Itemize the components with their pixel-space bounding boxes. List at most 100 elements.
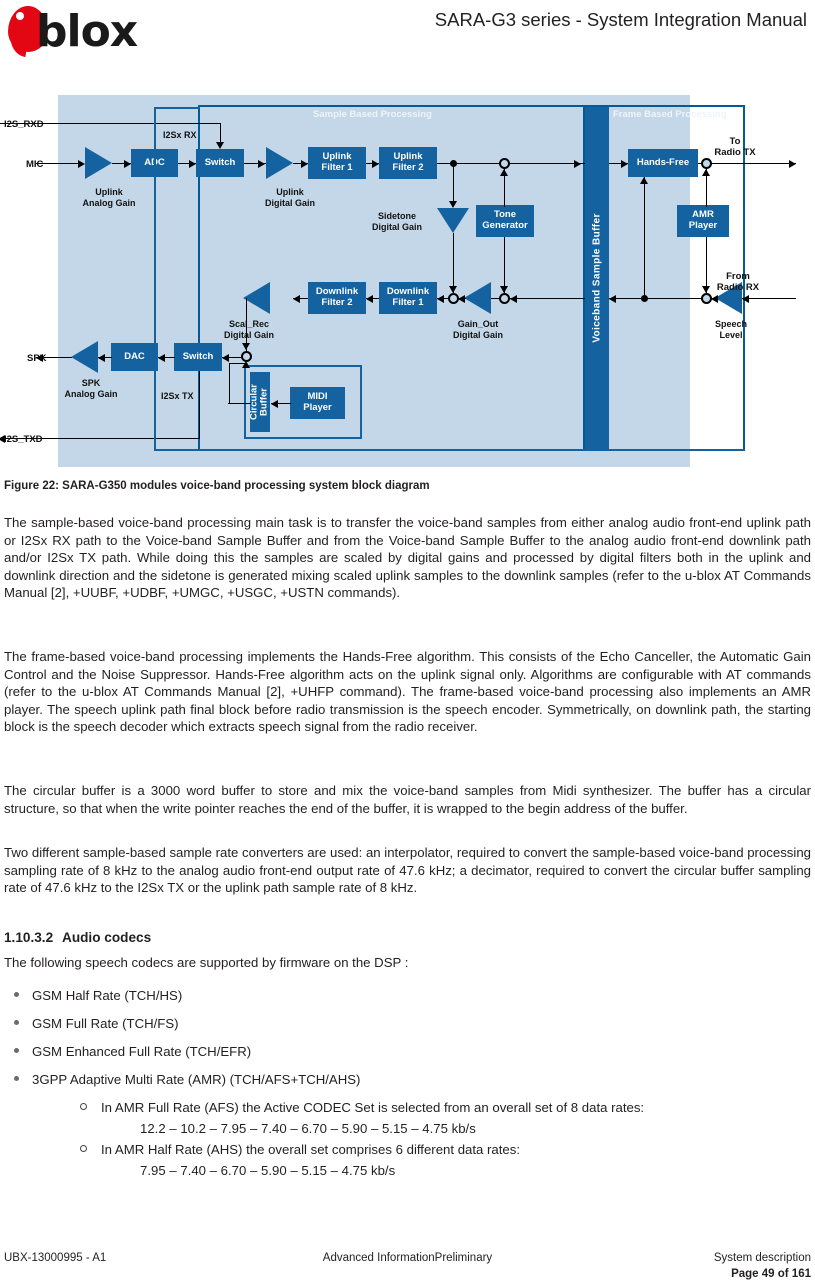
- dac-block: DAC: [111, 343, 158, 371]
- midi-player-block: MIDI Player: [290, 387, 345, 419]
- wire-uf2-to-vsb: [437, 163, 587, 164]
- figure-caption: Figure 22: SARA-G350 modules voice-band …: [4, 480, 430, 492]
- sum-uplink-tone: [499, 157, 510, 169]
- port-spk-label: SPK: [27, 353, 47, 364]
- port-to-radio-tx-label: To Radio TX: [714, 136, 756, 159]
- wire-sidetone-down: [453, 163, 454, 206]
- arrow-i2sxrx-down: [216, 142, 224, 149]
- port-i2s-rxd-label: I2S_RXD: [4, 119, 44, 130]
- analog-frontend-boundary-bottom: [154, 449, 745, 451]
- arrow-amp-to-adc: [124, 159, 131, 168]
- footer-page-number: Page 49 of 161: [731, 1268, 811, 1280]
- document-title: SARA-G3 series - System Integration Manu…: [434, 9, 807, 30]
- port-i2s-txd-label: I2S_TXD: [4, 434, 43, 445]
- arrow-vsb-to-handsfree: [621, 159, 628, 168]
- wire-tone-down: [504, 237, 505, 293]
- downlink-filter-1-block: Downlink Filter 1: [379, 282, 437, 314]
- sub-list-rates: 7.95 – 7.40 – 6.70 – 5.90 – 5.15 – 4.75 …: [140, 1163, 396, 1178]
- arrow-midi-to-circbuf: [271, 399, 278, 408]
- bullet-icon: [14, 1020, 19, 1025]
- arrow-df2-to-scalrec: [293, 294, 300, 303]
- arrow-amr-up: [702, 169, 710, 176]
- wire-i2sxrx-down: [220, 123, 221, 144]
- amr-player-block: AMR Player: [677, 205, 729, 237]
- bullet-icon: [14, 1048, 19, 1053]
- arrow-speechlevel-to-sum: [711, 294, 718, 303]
- wire-downlink-to-handsfree: [644, 177, 645, 298]
- list-item: GSM Full Rate (TCH/FS): [14, 1016, 179, 1031]
- section-number: 1.10.3.2: [4, 930, 54, 945]
- i2sx-tx-label: I2Sx TX: [161, 391, 194, 401]
- diagram-panel: Sample Based Processing Frame Based Proc…: [0, 95, 796, 467]
- paragraph-circular-buffer: The circular buffer is a 3000 word buffe…: [4, 783, 811, 816]
- arrow-tone-down: [500, 286, 508, 293]
- sub-list-item: In AMR Full Rate (AFS) the Active CODEC …: [80, 1100, 644, 1115]
- uplink-analog-gain-amp: [85, 147, 112, 179]
- arrow-sidetone-down: [449, 201, 457, 208]
- tone-generator-block: Tone Generator: [476, 205, 534, 237]
- list-item: GSM Enhanced Full Rate (TCH/EFR): [14, 1044, 251, 1059]
- bullet-icon: [14, 992, 19, 997]
- arrow-sum-to-dlswitch: [222, 353, 229, 362]
- analog-frontend-boundary-line: [154, 107, 156, 451]
- spk-analog-gain-amp: [71, 341, 98, 373]
- list-item: 3GPP Adaptive Multi Rate (AMR) (TCH/AFS+…: [14, 1072, 360, 1087]
- arrow-switch-to-updg: [258, 159, 265, 168]
- spk-analog-gain-label: SPK Analog Gain: [64, 378, 118, 399]
- voiceband-sample-buffer-block: Voiceband Sample Buffer: [585, 107, 609, 449]
- speech-level-label: Speech Level: [714, 319, 747, 340]
- uplink-filter-2-block: Uplink Filter 2: [379, 147, 437, 179]
- hands-free-block: Hands-Free: [628, 149, 698, 177]
- gain-out-digital-gain-amp: [464, 282, 491, 314]
- analog-frontend-boundary-top: [154, 107, 200, 109]
- circle-bullet-icon: [80, 1103, 87, 1110]
- arrow-downlink-into-handsfree: [640, 177, 648, 184]
- scal-rec-digital-gain-label: Scal_Rec Digital Gain: [223, 319, 274, 340]
- downlink-filter-2-block: Downlink Filter 2: [308, 282, 366, 314]
- arrow-adc-to-switch: [189, 159, 196, 168]
- downlink-switch-block: Switch: [174, 343, 222, 371]
- list-item: GSM Half Rate (TCH/HS): [14, 988, 182, 1003]
- sum-uplink-radio: [701, 157, 712, 169]
- arrow-circbuf-into-sum: [242, 361, 250, 368]
- arrow-sidetone-into-sum: [449, 286, 457, 293]
- arrow-mic-in: [78, 159, 85, 168]
- page-header: blox SARA-G3 series - System Integration…: [0, 0, 815, 62]
- arrow-into-vsb-downlink: [609, 294, 616, 303]
- frame-based-processing-label: Frame Based Processing: [613, 109, 727, 120]
- logo-blob-tail-icon: [7, 32, 29, 58]
- wire-handsfree-to-radiotx: [698, 163, 796, 164]
- figure-22-diagram: Sample Based Processing Frame Based Proc…: [0, 90, 815, 475]
- sum-downlink-tone: [499, 292, 510, 304]
- paragraph-sample-based: The sample-based voice-band processing m…: [4, 515, 811, 601]
- uplink-filter-1-block: Uplink Filter 1: [308, 147, 366, 179]
- sidetone-digital-gain-label: Sidetone Digital Gain: [371, 211, 422, 232]
- wire-radiorx-in: [742, 298, 796, 299]
- junction-downlink-tap: [641, 294, 648, 302]
- arrow-tone-up: [500, 169, 508, 176]
- arrow-dac-to-spkamp: [98, 353, 105, 362]
- codecs-lead-text: The following speech codecs are supporte…: [4, 955, 409, 970]
- arrow-df1-to-df2: [366, 294, 373, 303]
- i2sx-rx-label: I2Sx RX: [163, 130, 197, 140]
- port-from-radio-rx-label: From Radio RX: [716, 271, 760, 294]
- circular-buffer-block: Circular Buffer: [249, 372, 270, 432]
- port-mic-label: MIC: [26, 159, 44, 170]
- footer-section: System description: [713, 1252, 811, 1264]
- arrow-to-radio-tx: [789, 159, 796, 168]
- paragraph-rate-converters: Two different sample-based sample rate c…: [4, 845, 811, 896]
- arrow-uf1-to-uf2: [372, 159, 379, 168]
- scal-rec-digital-gain-amp: [243, 282, 270, 314]
- uplink-switch-block: Switch: [196, 149, 244, 177]
- wire-gainout-in: [491, 298, 500, 299]
- logo-dot-icon: [16, 12, 24, 20]
- uplink-digital-gain-amp: [266, 147, 293, 179]
- uplink-digital-gain-label: Uplink Digital Gain: [264, 187, 315, 208]
- section-title: Audio codecs: [62, 930, 152, 945]
- section-heading-audio-codecs: 1.10.3.2 Audio codecs: [4, 930, 151, 945]
- arrow-sum-to-df1: [437, 294, 444, 303]
- footer-status: Advanced InformationPreliminary: [322, 1252, 493, 1264]
- bullet-icon: [14, 1076, 19, 1081]
- wire-circbuf-up: [229, 363, 230, 404]
- paragraph-frame-based: The frame-based voice-band processing im…: [4, 649, 811, 735]
